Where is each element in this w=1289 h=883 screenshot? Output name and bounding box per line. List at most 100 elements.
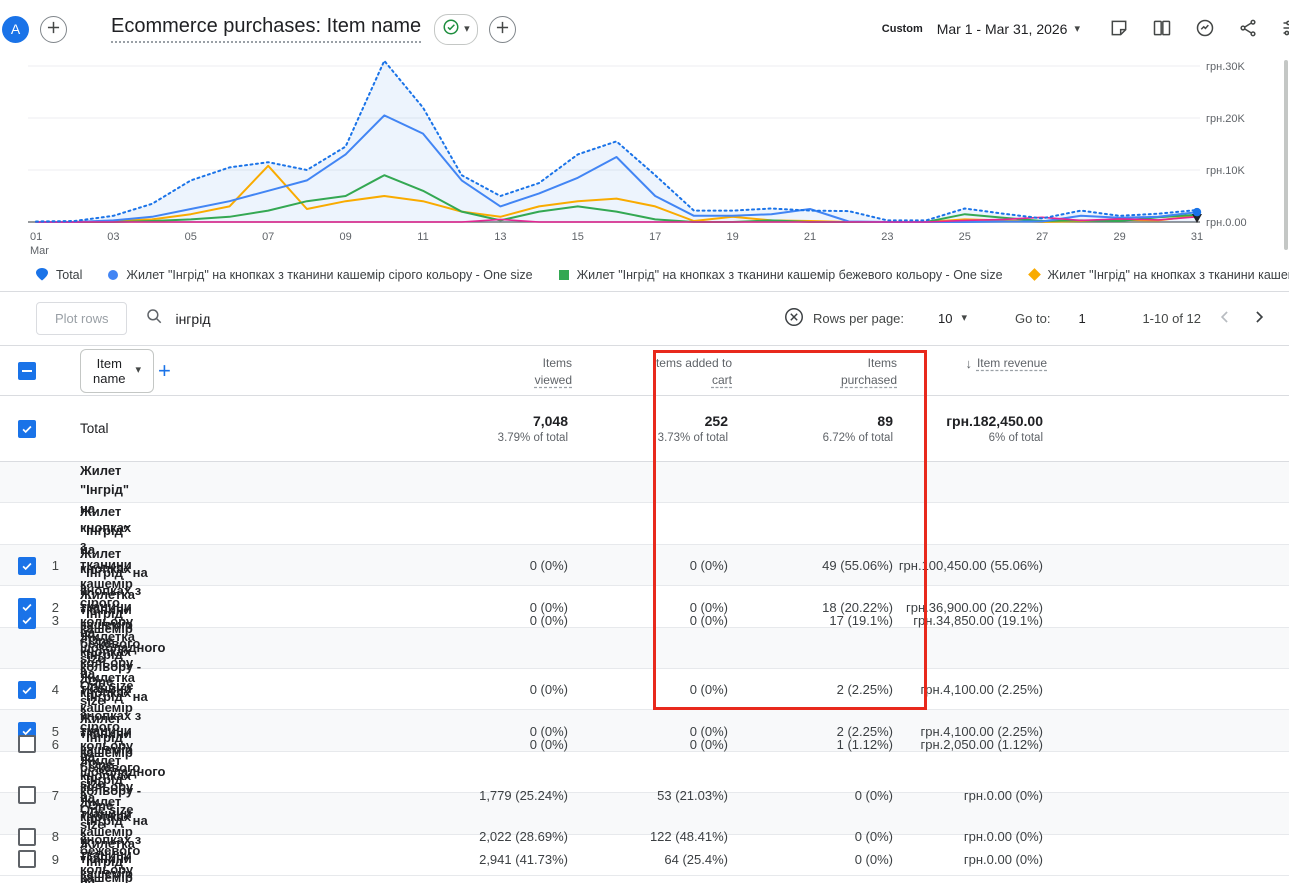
svg-text:15: 15 — [572, 231, 584, 243]
sort-descending-icon: ↓ — [965, 355, 972, 372]
notes-button[interactable] — [1109, 18, 1129, 41]
chevron-down-icon: ▾ — [962, 313, 968, 324]
goto-label: Go to: — [1015, 311, 1050, 326]
pick-legend-icon — [36, 268, 48, 281]
legend-label: Жилет "Інгрід" на кнопках з тканини каше… — [1048, 268, 1289, 282]
goto-input[interactable]: 1 — [1078, 311, 1092, 326]
legend-item[interactable]: Total — [36, 268, 82, 282]
comparison-icon — [1152, 18, 1172, 41]
plot-rows-button[interactable]: Plot rows — [36, 302, 127, 335]
add-button-left[interactable] — [40, 16, 67, 43]
svg-text:грн.10K: грн.10K — [1206, 165, 1245, 177]
report-status-badge[interactable]: ▾ — [434, 14, 478, 45]
table-row[interactable]: 8Жилет "Інгрід" на кнопках з тканини каш… — [0, 752, 1289, 793]
share-icon — [1238, 18, 1258, 41]
legend-item[interactable]: Жилет "Інгрід" на кнопках з тканини каше… — [108, 268, 532, 282]
table-row[interactable]: 4Жилетка "Інгрід" на кнопках з тканини к… — [0, 586, 1289, 627]
table-row[interactable]: 9Жилет "Інгрід" на кнопках з тканини каш… — [0, 793, 1289, 834]
svg-text:21: 21 — [804, 231, 816, 243]
search-input[interactable]: інгрід — [175, 311, 210, 327]
legend-label: Total — [56, 268, 82, 282]
customize-icon — [1281, 18, 1289, 41]
row-index: 10 — [36, 835, 66, 883]
chevron-down-icon: ▾ — [1074, 24, 1080, 35]
plus-icon — [47, 21, 60, 37]
date-range-selector[interactable]: Mar 1 - Mar 31, 2026 ▾ — [931, 20, 1086, 38]
table-row[interactable]: 10Жилетка "Інгрід" на кнопках з тканини … — [0, 835, 1289, 876]
legend-label: Жилет "Інгрід" на кнопках з тканини каше… — [126, 268, 532, 282]
svg-text:03: 03 — [107, 231, 119, 243]
next-page-button[interactable] — [1249, 307, 1269, 330]
svg-text:23: 23 — [881, 231, 893, 243]
table-search[interactable]: інгрід — [145, 307, 783, 330]
column-header-text: Items — [868, 355, 897, 372]
table-row[interactable]: 7Жилет "Інгрід" на кнопках з тканини каш… — [0, 710, 1289, 751]
chevron-right-icon — [1249, 307, 1269, 330]
svg-text:01: 01 — [30, 231, 42, 243]
svg-text:19: 19 — [726, 231, 738, 243]
diamond-legend-icon — [1028, 268, 1041, 281]
date-range-type: Custom — [882, 23, 923, 35]
svg-text:11: 11 — [417, 231, 428, 243]
column-header-text: Item revenue — [977, 355, 1047, 372]
column-header-items-viewed[interactable]: Items viewed — [102, 346, 572, 395]
svg-text:09: 09 — [339, 231, 351, 243]
table-row[interactable]: 3Жилет "Інгрід" на кнопках з тканини каш… — [0, 545, 1289, 586]
legend-label: Жилет "Інгрід" на кнопках з тканини каше… — [577, 268, 1003, 282]
chevron-down-icon: ▾ — [464, 24, 470, 35]
customize-report-button[interactable] — [1281, 18, 1289, 41]
column-header-text: Items added to — [653, 355, 732, 372]
table-row[interactable]: 2Жилет "Інгрід" на кнопках з тканини каш… — [0, 503, 1289, 544]
scrollbar-thumb[interactable] — [1284, 60, 1288, 250]
svg-text:07: 07 — [262, 231, 274, 243]
svg-text:Mar: Mar — [30, 245, 49, 257]
total-row-checkbox[interactable] — [18, 420, 36, 438]
legend-item[interactable]: Жилет "Інгрід" на кнопках з тканини каше… — [1029, 268, 1289, 282]
items-added-to-cart-value: 5 (1.98%) — [572, 835, 732, 883]
select-all-checkbox[interactable] — [18, 362, 36, 380]
date-range-text: Mar 1 - Mar 31, 2026 — [937, 21, 1068, 37]
plus-icon — [496, 21, 509, 37]
column-header-items-purchased[interactable]: Items purchased — [732, 346, 897, 395]
column-header-item-revenue[interactable]: ↓ Item revenue — [897, 346, 1047, 395]
rows-per-page-label: Rows per page: — [813, 311, 904, 326]
legend-item[interactable]: Жилет "Інгрід" на кнопках з тканини каше… — [559, 268, 1003, 282]
account-avatar[interactable]: A — [2, 16, 29, 43]
column-header-text: cart — [712, 372, 732, 389]
table-body: 1Жилет "Інгрід" на кнопках з тканини каш… — [0, 462, 1289, 876]
column-header-text: Items — [543, 355, 572, 372]
rows-per-page-select[interactable]: 10 ▾ — [938, 311, 967, 326]
table-controls: Plot rows інгрід Rows per page: 10 ▾ Go … — [0, 292, 1289, 346]
total-item-revenue: грн.182,450.006% of total — [897, 396, 1047, 461]
item-revenue-value: грн.0.00 (0%) — [897, 835, 1047, 883]
table-row[interactable]: 5Жилетка "Інгрід" на кнопках з тканини к… — [0, 628, 1289, 669]
previous-page-button[interactable] — [1215, 307, 1235, 330]
svg-text:грн.20K: грн.20K — [1206, 113, 1245, 125]
table-row[interactable]: 6Жилетка "Інгрід" на кнопках з тканини к… — [0, 669, 1289, 710]
circle-legend-icon — [108, 270, 118, 280]
share-button[interactable] — [1238, 18, 1258, 41]
svg-text:05: 05 — [185, 231, 197, 243]
pagination-range: 1-10 of 12 — [1142, 311, 1201, 326]
check-circle-icon — [442, 18, 460, 41]
top-bar: A Ecommerce purchases: Item name ▾ Custo… — [0, 0, 1289, 58]
comparison-button[interactable] — [1152, 18, 1172, 41]
svg-text:29: 29 — [1113, 231, 1125, 243]
add-comparison-button[interactable] — [489, 16, 516, 43]
report-title[interactable]: Ecommerce purchases: Item name — [111, 15, 421, 43]
items-purchased-value: 0 (0%) — [732, 835, 897, 883]
svg-text:27: 27 — [1036, 231, 1048, 243]
square-legend-icon — [559, 270, 569, 280]
column-header-items-added-to-cart[interactable]: Items added to cart — [572, 346, 732, 395]
search-icon — [145, 307, 163, 330]
svg-text:грн.0.00: грн.0.00 — [1206, 217, 1247, 229]
table-row[interactable]: 1Жилет "Інгрід" на кнопках з тканини каш… — [0, 462, 1289, 503]
svg-text:25: 25 — [959, 231, 971, 243]
close-circle-icon — [783, 306, 805, 331]
insights-button[interactable] — [1195, 18, 1215, 41]
notes-icon — [1109, 18, 1129, 41]
clear-search-button[interactable] — [783, 306, 805, 331]
svg-text:грн.30K: грн.30K — [1206, 61, 1245, 73]
items-viewed-value: 88 (1.25%) — [102, 835, 572, 883]
timeseries-chart[interactable]: грн.30K грн.20K грн.10K грн.0.00 01 Mar 03 05 07… — [0, 58, 1289, 258]
